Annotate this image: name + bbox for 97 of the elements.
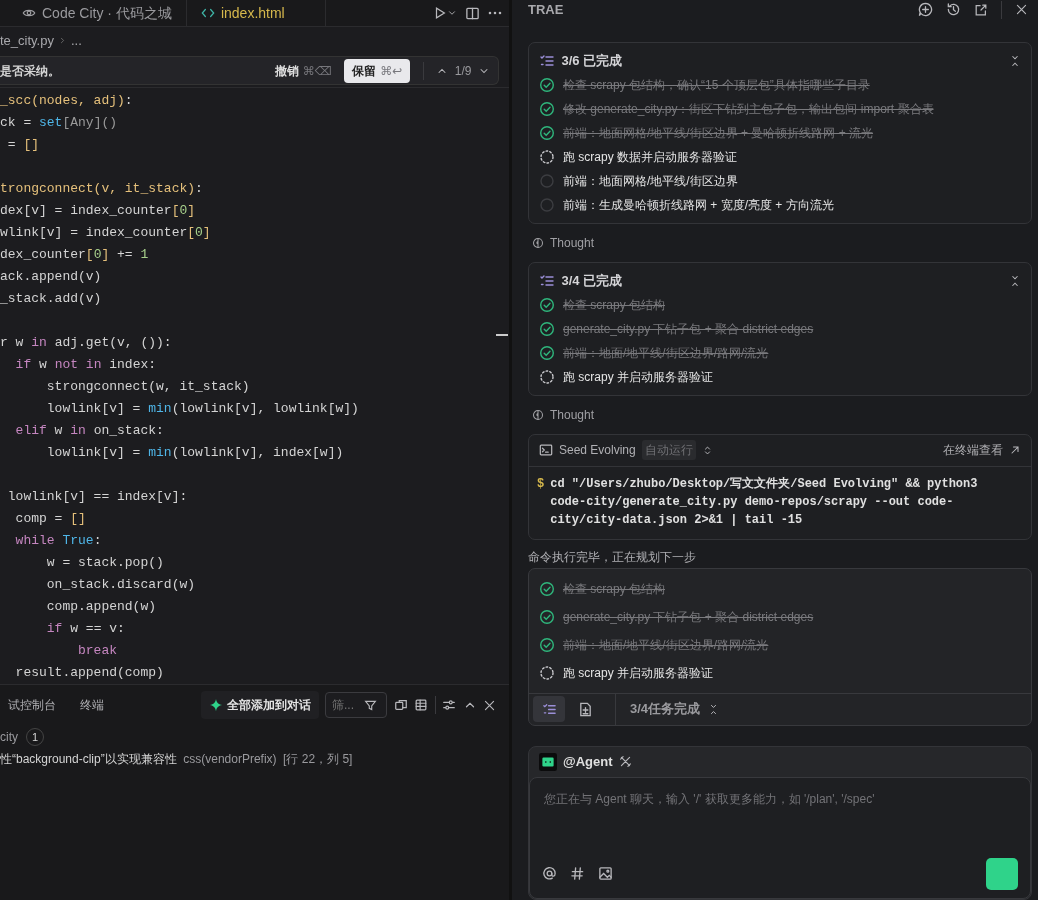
diff-message: 是否采纳。 [0,62,60,80]
code-line: if w == v: [45,620,126,639]
hash-icon[interactable] [570,866,585,881]
add-to-chat-button[interactable]: 全部添加到对话 [200,691,319,720]
code-line: dex[v] = index_counter[0] [0,202,197,221]
arrow-icon[interactable] [1009,444,1021,456]
code-line: comp = [] [14,510,87,529]
filter-input[interactable]: 筛... [330,695,364,716]
task-item: 修改 generate_city.py：街区下钻到主包子包，输出包间 import 聚合表 [539,96,1021,121]
filter-icon [364,698,377,712]
code-line: = [] [6,136,40,155]
filter-field[interactable]: 筛... [325,692,387,719]
task-item: 检查 scrapy 包结构 [539,574,1021,603]
code-line: break [77,642,119,661]
code-line: r w in adj.get(v, ()): [0,334,173,353]
scrollbar-marker [496,334,508,337]
open-in-terminal-link[interactable]: 在终端查看 [943,441,1003,459]
code-line: lowlink[v] == index[v]: [6,488,189,507]
task-item: 检查 scrapy 包结构 [539,292,1021,317]
copy-icon[interactable] [393,698,408,713]
terminal-icon [539,443,553,457]
code-icon [200,6,215,20]
task-item: 前端：地面网格/地平线/街区边界 [539,168,1021,193]
change-counter: 1/9 [454,62,472,80]
task-summary: 3/4任务完成 [630,700,701,719]
agent-name[interactable]: @Agent [563,751,613,772]
at-icon[interactable] [542,866,557,881]
task-item: 前端：地面/地平线/街区边界/路网/流光 [539,340,1021,365]
close-icon[interactable] [483,698,496,712]
keep-button[interactable]: 保留 ⌘↩ [344,58,411,83]
code-line: wlink[v] = index_counter[0] [0,224,212,243]
status-text: 命令执行完毕，正在规划下一步 [528,548,697,566]
code-line: _scc(nodes, adj): [0,92,134,111]
bulb-icon [532,408,544,421]
breadcrumb-item[interactable]: ... [70,30,82,51]
code-line: elif w in on_stack: [14,422,165,441]
split-editor-icon[interactable] [465,5,480,21]
view-toggle[interactable] [533,696,565,722]
settings-icon[interactable] [442,698,456,713]
prompt-symbol: $ [537,475,545,493]
code-line: if w not in index: [14,356,158,375]
message-input[interactable]: 您正在与 Agent 聊天，输入 '/' 获取更多能力，如 '/plan', '/spec' [542,787,1018,858]
pop-out-icon[interactable] [974,2,988,17]
plan-title: 3/6 已完成 [561,51,623,70]
terminal-name: Seed Evolving [559,442,636,459]
thought-label[interactable]: Thought [550,405,595,424]
code-line: lowlink[v] = min(lowlink[v], index[w]) [45,444,345,463]
problem-location: [行 22，列 5] [283,751,353,769]
send-button[interactable] [986,857,1018,890]
code-line: on_stack.discard(w) [45,576,197,595]
problem-group[interactable]: city [0,728,18,747]
task-item: 前端：地面网格/地平线/街区边界 + 曼哈顿折线路网 + 流光 [539,120,1021,145]
history-icon[interactable] [946,2,961,18]
collapse-icon[interactable] [1009,274,1021,287]
task-item: 前端：生成曼哈顿折线路网 + 宽度/亮度 + 方向流光 [539,192,1021,217]
plan-title: 3/4 已完成 [561,271,623,290]
task-item: 前端：地面/地平线/街区边界/路网/流光 [539,630,1021,659]
command-text: cd "/Users/zhubo/Desktop/写文文件夹/Seed Evolving" && python3 code-city/generate_city.py demo-repos/scrapy --out code-city/city-data.json 2>&1 | tail -15 [550,475,979,529]
close-icon[interactable] [1015,3,1028,17]
task-item: 检查 scrapy 包结构，确认“15 个顶层包”具体指哪些子目录 [539,72,1021,97]
task-item: 跑 scrapy 并启动服务器验证 [539,658,1021,687]
task-item: 跑 scrapy 并启动服务器验证 [539,364,1021,389]
panel-tab[interactable]: 终端 [72,696,112,715]
new-chat-icon[interactable] [918,2,933,18]
document-icon [577,701,593,717]
problem-message: 性“background-clip”以实现兼容性 [0,751,177,769]
task-item: 跑 scrapy 数据并启动服务器验证 [539,144,1021,169]
panel-title: TRAE [528,1,564,19]
code-line: dex_counter[0] += 1 [0,246,150,265]
code-line: w = stack.pop() [45,554,165,573]
editor-tab[interactable]: index.html [186,0,326,27]
table-icon[interactable] [414,698,428,713]
code-line: comp.append(w) [45,598,158,617]
breadcrumb-item[interactable]: te_city.py [0,30,54,51]
code-line: strongconnect(w, it_stack) [45,378,251,397]
code-line: while True: [14,532,103,551]
image-icon[interactable] [598,866,613,881]
code-line: ack.append(v) [0,268,103,287]
panel-tab[interactable]: 试控制台 [0,696,64,715]
code-line: _stack.add(v) [0,290,103,309]
collapse-icon[interactable] [1009,54,1021,67]
thought-label[interactable]: Thought [550,233,595,252]
tools-icon[interactable] [618,755,632,768]
caret-icon [446,8,457,18]
undo-button[interactable]: 撤销 ⌘⌫ [268,60,338,81]
checklist-icon [541,701,557,717]
code-line: ck = set[Any]() [0,114,119,133]
code-line: result.append(comp) [14,664,165,683]
editor-tab[interactable]: Code City · 代码之城 [8,0,187,27]
code-line: lowlink[v] = min(lowlink[v], lowlink[w]) [45,400,360,419]
task-item: generate_city.py 下钻子包 + 聚合 district edges [539,602,1021,631]
agent-avatar-icon [539,752,557,771]
task-item: generate_city.py 下钻子包 + 聚合 district edges [539,316,1021,341]
problem-source: css(vendorPrefix) [183,751,277,769]
bulb-icon [532,236,544,249]
code-line: trongconnect(v, it_stack): [0,180,204,199]
message-field[interactable]: 您正在与 Agent 聊天，输入 '/' 获取更多能力，如 '/plan', '/spec' [529,776,1031,899]
